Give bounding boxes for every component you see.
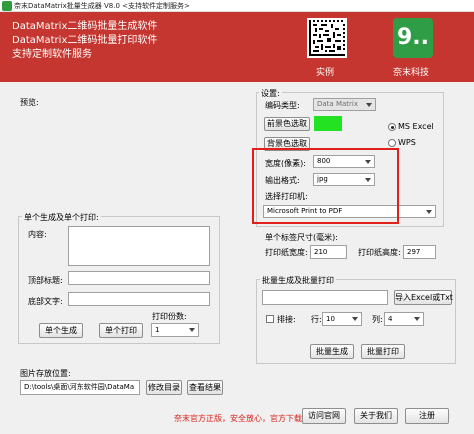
highlight-box [252,148,399,224]
bottom-text-input[interactable] [68,292,210,306]
banner-line-2: DataMatrix二维码批量打印软件 [12,35,158,46]
chevron-down-icon [426,209,432,214]
cols-select[interactable]: 4 [384,312,424,326]
foreground-color-swatch [314,116,342,131]
chevron-down-icon [189,328,195,332]
brand-caption: 奈末科技 [393,68,430,78]
print-width-label: 打印纸宽度: [265,248,308,257]
import-excel-txt-button[interactable]: 导入Excel或Txt [394,290,453,305]
top-title-label: 顶部标题: [28,276,63,285]
example-caption: 实例 [316,68,335,78]
chevron-down-icon [414,317,420,321]
ms-excel-label: MS Excel [398,122,434,131]
batch-group-label: 批量生成及批量打印 [260,275,336,286]
rows-select[interactable]: 10 [322,312,362,326]
window-title: 奈末DataMatrix批量生成器 V8.0 <支持软件定制服务> [14,2,190,10]
official-download-note: 奈末官方正版，安全放心，官方下载---> [174,414,318,423]
single-generate-button[interactable]: 单个生成 [39,323,83,338]
ms-excel-radio[interactable] [388,123,396,131]
content-label: 内容: [28,230,47,239]
content-textarea[interactable] [68,226,210,266]
print-height-label: 打印纸高度: [358,248,401,257]
wps-label: WPS [398,138,416,147]
settings-group-label: 设置: [259,88,282,99]
register-button[interactable]: 注册 [405,408,449,424]
print-width-input[interactable]: 210 [310,245,347,259]
banner-line-3: 支持定制软件服务 [12,49,92,60]
preview-label: 预览: [20,98,39,107]
copies-value: 1 [155,326,160,334]
rows-label: 行: [311,315,322,324]
chevron-down-icon [366,102,372,107]
save-path-input[interactable]: D:\tools\桌面\河东软件园\DataMa [20,380,140,395]
copies-label: 打印份数: [152,312,187,321]
label-size-title: 单个标签尺寸(毫米): [265,233,338,242]
save-location-label: 图片存放位置: [20,369,71,378]
code-type-label: 编码类型: [265,101,300,110]
layout-label: 排接: [277,315,296,324]
layout-checkbox[interactable] [266,315,274,323]
print-height-input[interactable]: 297 [403,245,436,259]
chevron-down-icon [352,317,358,321]
wps-radio[interactable] [388,139,396,147]
top-title-input[interactable] [68,271,210,285]
cols-label: 列: [372,315,383,324]
copies-select[interactable]: 1 [151,323,199,337]
datamatrix-icon [307,18,347,58]
change-directory-button[interactable]: 修改目录 [146,380,182,395]
view-results-button[interactable]: 查看结果 [187,380,223,395]
single-group-label: 单个生成及单个打印: [22,212,101,223]
batch-file-input[interactable] [262,290,388,305]
about-us-button[interactable]: 关于我们 [354,408,398,424]
bottom-text-label: 底部文字: [28,297,63,306]
batch-print-button[interactable]: 批量打印 [361,344,405,359]
datamatrix-sample-image [307,18,347,58]
code-type-value: Data Matrix [317,100,358,108]
single-print-button[interactable]: 单个打印 [99,323,143,338]
batch-generate-button[interactable]: 批量生成 [310,344,354,359]
app-icon [2,1,12,11]
rows-value: 10 [326,315,335,323]
brand-logo: 9.. [393,18,433,58]
visit-website-button[interactable]: 访问官网 [302,408,346,424]
cols-value: 4 [388,315,393,323]
foreground-color-button[interactable]: 前景色选取 [264,117,310,131]
banner-line-1: DataMatrix二维码批量生成软件 [12,21,158,32]
code-type-select[interactable]: Data Matrix [313,98,376,111]
